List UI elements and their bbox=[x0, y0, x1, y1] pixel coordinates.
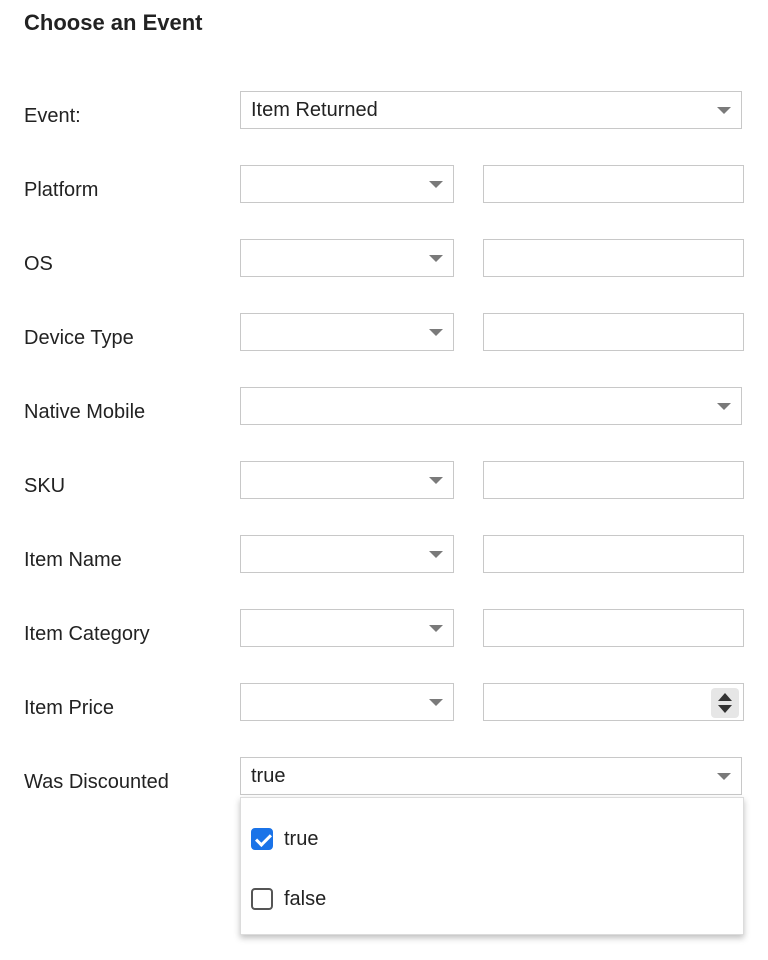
chevron-down-icon bbox=[717, 773, 731, 780]
chevron-down-icon bbox=[429, 551, 443, 558]
was-discounted-select[interactable]: true bbox=[240, 757, 742, 795]
os-label: OS bbox=[24, 253, 53, 275]
item-name-row: Item Name bbox=[0, 535, 768, 575]
dropdown-option-true[interactable]: true bbox=[251, 825, 731, 855]
device-type-row: Device Type bbox=[0, 313, 768, 353]
item-name-value-input[interactable] bbox=[483, 535, 744, 573]
item-price-operator-select[interactable] bbox=[240, 683, 454, 721]
native-mobile-select[interactable] bbox=[240, 387, 742, 425]
checkbox-checked-icon[interactable] bbox=[251, 828, 273, 850]
spinner-up-icon[interactable] bbox=[718, 693, 732, 701]
spinner-down-icon[interactable] bbox=[718, 705, 732, 713]
os-value-input[interactable] bbox=[483, 239, 744, 277]
item-category-label: Item Category bbox=[24, 623, 150, 645]
dropdown-option-false[interactable]: false bbox=[251, 885, 731, 915]
device-type-value-input[interactable] bbox=[483, 313, 744, 351]
item-price-label: Item Price bbox=[24, 697, 115, 719]
native-mobile-label: Native Mobile bbox=[24, 401, 146, 423]
dropdown-option-label: false bbox=[284, 888, 327, 910]
item-category-value-input[interactable] bbox=[483, 609, 744, 647]
event-label: Event: bbox=[24, 105, 81, 127]
event-select-value: Item Returned bbox=[251, 99, 378, 121]
sku-value-input[interactable] bbox=[483, 461, 744, 499]
sku-label: SKU bbox=[24, 475, 66, 497]
item-price-row: Item Price bbox=[0, 683, 768, 723]
chevron-down-icon bbox=[429, 699, 443, 706]
device-type-operator-select[interactable] bbox=[240, 313, 454, 351]
chevron-down-icon bbox=[717, 403, 731, 410]
item-category-operator-select[interactable] bbox=[240, 609, 454, 647]
dropdown-option-label: true bbox=[284, 828, 319, 850]
chevron-down-icon bbox=[429, 625, 443, 632]
platform-row: Platform bbox=[0, 165, 768, 205]
native-mobile-row: Native Mobile bbox=[0, 387, 768, 427]
item-price-number-input[interactable] bbox=[483, 683, 744, 721]
item-name-label: Item Name bbox=[24, 549, 122, 571]
was-discounted-row: Was Discounted true bbox=[0, 757, 768, 797]
sku-operator-select[interactable] bbox=[240, 461, 454, 499]
chevron-down-icon bbox=[429, 181, 443, 188]
platform-operator-select[interactable] bbox=[240, 165, 454, 203]
was-discounted-select-value: true bbox=[251, 765, 286, 787]
os-row: OS bbox=[0, 239, 768, 279]
platform-value-input[interactable] bbox=[483, 165, 744, 203]
sku-row: SKU bbox=[0, 461, 768, 501]
item-name-operator-select[interactable] bbox=[240, 535, 454, 573]
was-discounted-dropdown: true false bbox=[240, 797, 744, 935]
platform-label: Platform bbox=[24, 179, 99, 201]
chevron-down-icon bbox=[717, 107, 731, 114]
chevron-down-icon bbox=[429, 255, 443, 262]
device-type-label: Device Type bbox=[24, 327, 134, 349]
chevron-down-icon bbox=[429, 477, 443, 484]
spinner-arrows-icon[interactable] bbox=[711, 688, 739, 718]
was-discounted-label: Was Discounted bbox=[24, 771, 169, 793]
os-operator-select[interactable] bbox=[240, 239, 454, 277]
checkbox-unchecked-icon[interactable] bbox=[251, 888, 273, 910]
page-title: Choose an Event bbox=[24, 10, 203, 35]
item-category-row: Item Category bbox=[0, 609, 768, 649]
event-row: Event: Item Returned bbox=[0, 91, 768, 131]
chevron-down-icon bbox=[429, 329, 443, 336]
event-select[interactable]: Item Returned bbox=[240, 91, 742, 129]
